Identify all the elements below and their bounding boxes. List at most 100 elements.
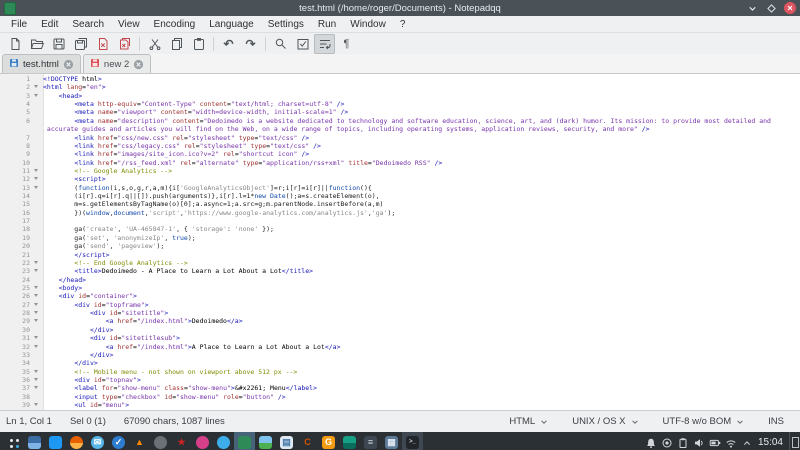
line-number[interactable]: 20 bbox=[0, 242, 30, 250]
save-button[interactable] bbox=[48, 34, 69, 54]
new-file-button[interactable] bbox=[4, 34, 25, 54]
line-number[interactable]: 37 bbox=[0, 384, 30, 392]
fold-marker[interactable] bbox=[30, 267, 43, 275]
tab-new-2[interactable]: new 2 bbox=[82, 54, 152, 73]
clipboard-icon[interactable] bbox=[676, 432, 690, 450]
code-line[interactable]: 23 <title>Dedoimedo - A Place to Learn a… bbox=[0, 267, 800, 275]
menu-run[interactable]: Run bbox=[311, 17, 343, 32]
line-number[interactable]: 19 bbox=[0, 234, 30, 242]
line-number[interactable]: 28 bbox=[0, 309, 30, 317]
line-number[interactable]: 21 bbox=[0, 251, 30, 259]
code-line[interactable]: 8 <link href="css/legacy.css" rel="style… bbox=[0, 142, 800, 150]
volume-icon[interactable] bbox=[692, 432, 706, 450]
fold-marker[interactable] bbox=[30, 343, 43, 351]
fold-marker[interactable] bbox=[30, 184, 43, 192]
line-number[interactable]: 9 bbox=[0, 150, 30, 158]
menu-encoding[interactable]: Encoding bbox=[147, 17, 203, 32]
line-number[interactable]: 15 bbox=[0, 200, 30, 208]
show-symbols-button[interactable]: ¶ bbox=[336, 34, 357, 54]
line-number[interactable]: 23 bbox=[0, 267, 30, 275]
line-number[interactable]: 6 bbox=[0, 117, 30, 125]
fold-marker[interactable] bbox=[30, 376, 43, 384]
line-number[interactable]: 22 bbox=[0, 259, 30, 267]
code-line[interactable]: 19 ga('set', 'anonymizeIp', true); bbox=[0, 234, 800, 242]
copy-button[interactable] bbox=[166, 34, 187, 54]
c-app-icon[interactable]: C bbox=[297, 432, 318, 450]
line-number[interactable]: 10 bbox=[0, 159, 30, 167]
menu-language[interactable]: Language bbox=[202, 17, 261, 32]
code-line[interactable]: 2 <html lang="en"> bbox=[0, 83, 800, 91]
code-line[interactable]: 5 <meta name="viewport" content="width=d… bbox=[0, 108, 800, 116]
fold-marker[interactable] bbox=[30, 259, 43, 267]
code-line[interactable]: 11 <!-- Google Analytics --> bbox=[0, 167, 800, 175]
fold-marker[interactable] bbox=[30, 284, 43, 292]
clock[interactable]: 15:04 bbox=[758, 437, 783, 448]
line-number[interactable]: 27 bbox=[0, 301, 30, 309]
language-selector[interactable]: HTML bbox=[509, 416, 548, 427]
menu-window[interactable]: Window bbox=[343, 17, 393, 32]
menu-help[interactable]: ? bbox=[393, 17, 413, 32]
chat-icon[interactable]: ✓ bbox=[108, 432, 129, 450]
code-line[interactable]: 35 <!-- Mobile menu - not shown on viewp… bbox=[0, 368, 800, 376]
code-line[interactable]: 30 </div> bbox=[0, 326, 800, 334]
code-line[interactable]: 32 <a href="/index.html">A Place to Lear… bbox=[0, 343, 800, 351]
code-line[interactable]: 3 <head> bbox=[0, 92, 800, 100]
code-line[interactable]: 4 <meta http-equiv="Content-Type" conten… bbox=[0, 100, 800, 108]
code-line[interactable]: 34 </div> bbox=[0, 359, 800, 367]
line-number[interactable]: 38 bbox=[0, 393, 30, 401]
code-line[interactable]: 21 </script> bbox=[0, 251, 800, 259]
replace-button[interactable] bbox=[292, 34, 313, 54]
code-line[interactable]: 24 </head> bbox=[0, 276, 800, 284]
code-line[interactable]: 16 })(window,document,'script','https://… bbox=[0, 209, 800, 217]
close-button[interactable] bbox=[784, 2, 796, 14]
file-manager-icon[interactable] bbox=[45, 432, 66, 450]
image-viewer-icon[interactable] bbox=[339, 432, 360, 450]
minimize-button[interactable] bbox=[746, 2, 759, 15]
search-button[interactable] bbox=[270, 34, 291, 54]
save-all-button[interactable] bbox=[70, 34, 91, 54]
fold-marker[interactable] bbox=[30, 167, 43, 175]
line-number[interactable]: 39 bbox=[0, 401, 30, 409]
code-line[interactable]: 15 m=s.getElementsByTagName(o)[0];a.asyn… bbox=[0, 200, 800, 208]
show-desktop-button[interactable] bbox=[789, 432, 800, 450]
cut-button[interactable] bbox=[144, 34, 165, 54]
word-wrap-button[interactable] bbox=[314, 33, 335, 54]
menu-view[interactable]: View bbox=[111, 17, 147, 32]
titlebar[interactable]: test.html (/home/roger/Documents) - Note… bbox=[0, 0, 800, 16]
line-number[interactable]: 24 bbox=[0, 276, 30, 284]
close-button[interactable] bbox=[92, 34, 113, 54]
code-line[interactable]: 26 <div id="container"> bbox=[0, 292, 800, 300]
code-line[interactable]: 31 <div id="sitetitlesub"> bbox=[0, 334, 800, 342]
tray-expand-icon[interactable] bbox=[740, 432, 754, 450]
line-number[interactable]: 29 bbox=[0, 317, 30, 325]
code-editor[interactable]: 1 <!DOCTYPE html> 2 <html lang="en"> 3 <head… bbox=[0, 74, 800, 410]
gimp-icon[interactable] bbox=[150, 432, 171, 450]
line-number[interactable]: 36 bbox=[0, 376, 30, 384]
bell-icon[interactable] bbox=[644, 432, 658, 450]
encoding-selector[interactable]: UTF-8 w/o BOM bbox=[663, 416, 745, 427]
tab-close-icon[interactable] bbox=[63, 59, 74, 70]
paste-button[interactable] bbox=[188, 34, 209, 54]
fold-marker[interactable] bbox=[30, 384, 43, 392]
fold-marker[interactable] bbox=[30, 309, 43, 317]
code-line[interactable]: 27 <div id="topframe"> bbox=[0, 301, 800, 309]
battery-icon[interactable] bbox=[708, 432, 722, 450]
line-number[interactable]: 5 bbox=[0, 108, 30, 116]
line-number[interactable]: 4 bbox=[0, 100, 30, 108]
undo-button[interactable]: ↶ bbox=[218, 34, 239, 54]
code-line[interactable]: 9 <link href="images/site_icon.ico?v=2" … bbox=[0, 150, 800, 158]
wifi-icon[interactable] bbox=[724, 432, 738, 450]
leaf-icon[interactable]: ★ bbox=[171, 432, 192, 450]
firefox-icon[interactable] bbox=[66, 432, 87, 450]
code-line[interactable]: 39 <ul id="menu"> bbox=[0, 401, 800, 409]
mail-icon[interactable]: ✉ bbox=[87, 432, 108, 450]
redo-button[interactable]: ↷ bbox=[240, 34, 261, 54]
fold-marker[interactable] bbox=[30, 368, 43, 376]
line-number[interactable]: 33 bbox=[0, 351, 30, 359]
code-line[interactable]: 25 <body> bbox=[0, 284, 800, 292]
maximize-button[interactable] bbox=[765, 2, 778, 15]
code-line[interactable]: 36 <div id="topnav"> bbox=[0, 376, 800, 384]
code-line[interactable]: 38 <input type="checkbox" id="show-menu"… bbox=[0, 393, 800, 401]
code-line[interactable]: 17 bbox=[0, 217, 800, 225]
menu-settings[interactable]: Settings bbox=[261, 17, 311, 32]
